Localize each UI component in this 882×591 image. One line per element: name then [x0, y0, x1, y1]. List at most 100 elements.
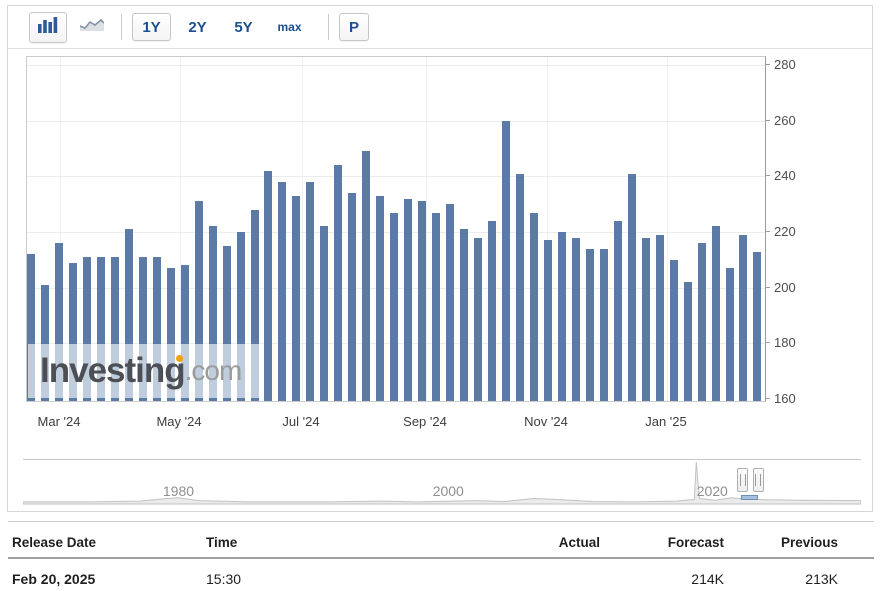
release-table: Release Date Time Actual Forecast Previous F… [8, 521, 874, 591]
weekly-value-bar[interactable] [641, 237, 650, 401]
release-table-body: Feb 20, 2025 15:30 214K 213K [8, 559, 874, 591]
range-button-max[interactable]: max [270, 13, 309, 41]
range-button-1y[interactable]: 1Y [132, 13, 171, 41]
cell-time: 15:30 [206, 571, 242, 587]
x-axis-label: May '24 [156, 414, 202, 429]
weekly-value-bar[interactable] [306, 181, 315, 401]
weekly-value-bar[interactable] [474, 237, 483, 401]
weekly-value-bar[interactable] [418, 201, 427, 401]
weekly-value-bar[interactable] [404, 198, 413, 401]
weekly-value-bar[interactable] [739, 234, 748, 401]
y-axis-tick [765, 231, 770, 232]
chart-toolbar: 1Y 2Y 5Y max P [8, 6, 872, 49]
weekly-value-bar[interactable] [432, 212, 441, 401]
cell-forecast: 214K [691, 571, 724, 587]
y-axis-label: 200 [774, 279, 796, 295]
weekly-value-bar[interactable] [627, 173, 636, 401]
month-gridline [667, 57, 668, 401]
handle-grip-icon [755, 474, 762, 486]
toolbar-divider [328, 14, 329, 40]
weekly-value-bar[interactable] [264, 170, 273, 401]
weekly-value-bar[interactable] [543, 240, 552, 401]
weekly-value-bar[interactable] [669, 259, 678, 401]
navigator-year-label: 2020 [696, 483, 728, 499]
weekly-value-bar[interactable] [571, 237, 580, 401]
weekly-value-bar[interactable] [292, 195, 301, 401]
weekly-value-bar[interactable] [725, 268, 734, 401]
weekly-value-bar[interactable] [348, 193, 357, 401]
weekly-value-bar[interactable] [753, 251, 762, 401]
table-row[interactable]: Feb 20, 2025 15:30 214K 213K [8, 559, 874, 591]
weekly-value-bar[interactable] [334, 165, 343, 401]
toolbar-divider [121, 14, 122, 40]
weekly-value-bar[interactable] [390, 212, 399, 401]
weekly-value-bar[interactable] [529, 212, 538, 401]
weekly-value-bar[interactable] [460, 229, 469, 401]
x-axis-label: Mar '24 [37, 414, 81, 429]
handle-grip-icon [739, 474, 746, 486]
navigator-year-label: 1980 [162, 483, 195, 499]
cell-release-date: Feb 20, 2025 [12, 571, 96, 587]
weekly-value-bar[interactable] [501, 120, 510, 401]
y-axis-label: 260 [774, 112, 796, 128]
weekly-value-bar[interactable] [376, 195, 385, 401]
range-button-group: 1Y 2Y 5Y max [132, 13, 316, 41]
navigator-selection-thumb[interactable] [741, 495, 759, 500]
bar-chart-type-button[interactable] [29, 11, 67, 43]
y-axis-tick [765, 119, 770, 121]
bar-chart-plot-area[interactable]: Investing .com [26, 56, 766, 402]
weekly-value-bar[interactable] [585, 248, 594, 401]
navigator-right-handle[interactable] [752, 468, 764, 492]
cell-actual [388, 559, 600, 591]
header-actual: Actual [558, 535, 600, 550]
weekly-value-bar[interactable] [599, 248, 608, 401]
y-axis-label: 160 [774, 391, 796, 406]
month-gridline [302, 57, 303, 401]
header-forecast: Forecast [667, 535, 724, 550]
weekly-value-bar[interactable] [557, 232, 566, 401]
cell-previous: 213K [805, 571, 838, 587]
y-axis-label: 280 [774, 57, 796, 72]
line-chart-type-button[interactable] [73, 12, 111, 43]
header-time: Time [206, 535, 238, 550]
range-button-5y[interactable]: 5Y [224, 13, 263, 41]
range-button-2y[interactable]: 2Y [178, 13, 217, 41]
navigator-left-handle[interactable] [737, 468, 748, 492]
weekly-value-bar[interactable] [515, 173, 524, 401]
weekly-value-bar[interactable] [278, 181, 287, 401]
weekly-value-bar[interactable] [613, 220, 622, 401]
watermark-text: Investing [40, 351, 186, 390]
y-axis-label: 220 [774, 224, 796, 239]
y-axis-tick [765, 342, 770, 344]
x-axis-label: Nov '24 [524, 414, 568, 429]
weekly-value-bar[interactable] [446, 204, 455, 401]
line-chart-icon [79, 17, 105, 37]
header-release-date: Release Date [12, 535, 97, 550]
weekly-value-bar[interactable] [488, 220, 496, 401]
weekly-value-bar[interactable] [697, 243, 706, 401]
investing-watermark: Investing .com [28, 344, 263, 398]
x-axis-label: Jul '24 [282, 414, 320, 429]
weekly-value-bar[interactable] [683, 282, 692, 401]
weekly-value-bar[interactable] [711, 226, 720, 401]
y-axis-tick [765, 286, 770, 288]
y-axis-label: 180 [774, 335, 796, 351]
weekly-value-bar[interactable] [320, 226, 329, 401]
release-table-header: Release Date Time Actual Forecast Previous [8, 521, 874, 559]
y-axis-tick [765, 398, 770, 399]
y-axis-tick [765, 175, 770, 177]
watermark-suffix: .com [184, 355, 243, 386]
weekly-value-bar[interactable] [655, 234, 664, 401]
economic-chart-widget: 1Y 2Y 5Y max P Investing .com 280 260 240 220 20… [7, 5, 873, 512]
value-gridline [27, 65, 765, 66]
value-gridline [27, 176, 765, 178]
y-axis-label: 240 [774, 168, 796, 184]
value-gridline [27, 120, 765, 122]
weekly-value-bar[interactable] [362, 151, 371, 401]
header-previous: Previous [780, 535, 838, 550]
bar-chart-icon [38, 16, 58, 38]
watermark-orange-dot [176, 355, 183, 362]
x-axis-label: Jan '25 [645, 414, 687, 429]
portfolio-button[interactable]: P [339, 13, 369, 41]
y-axis-tick [765, 64, 770, 65]
